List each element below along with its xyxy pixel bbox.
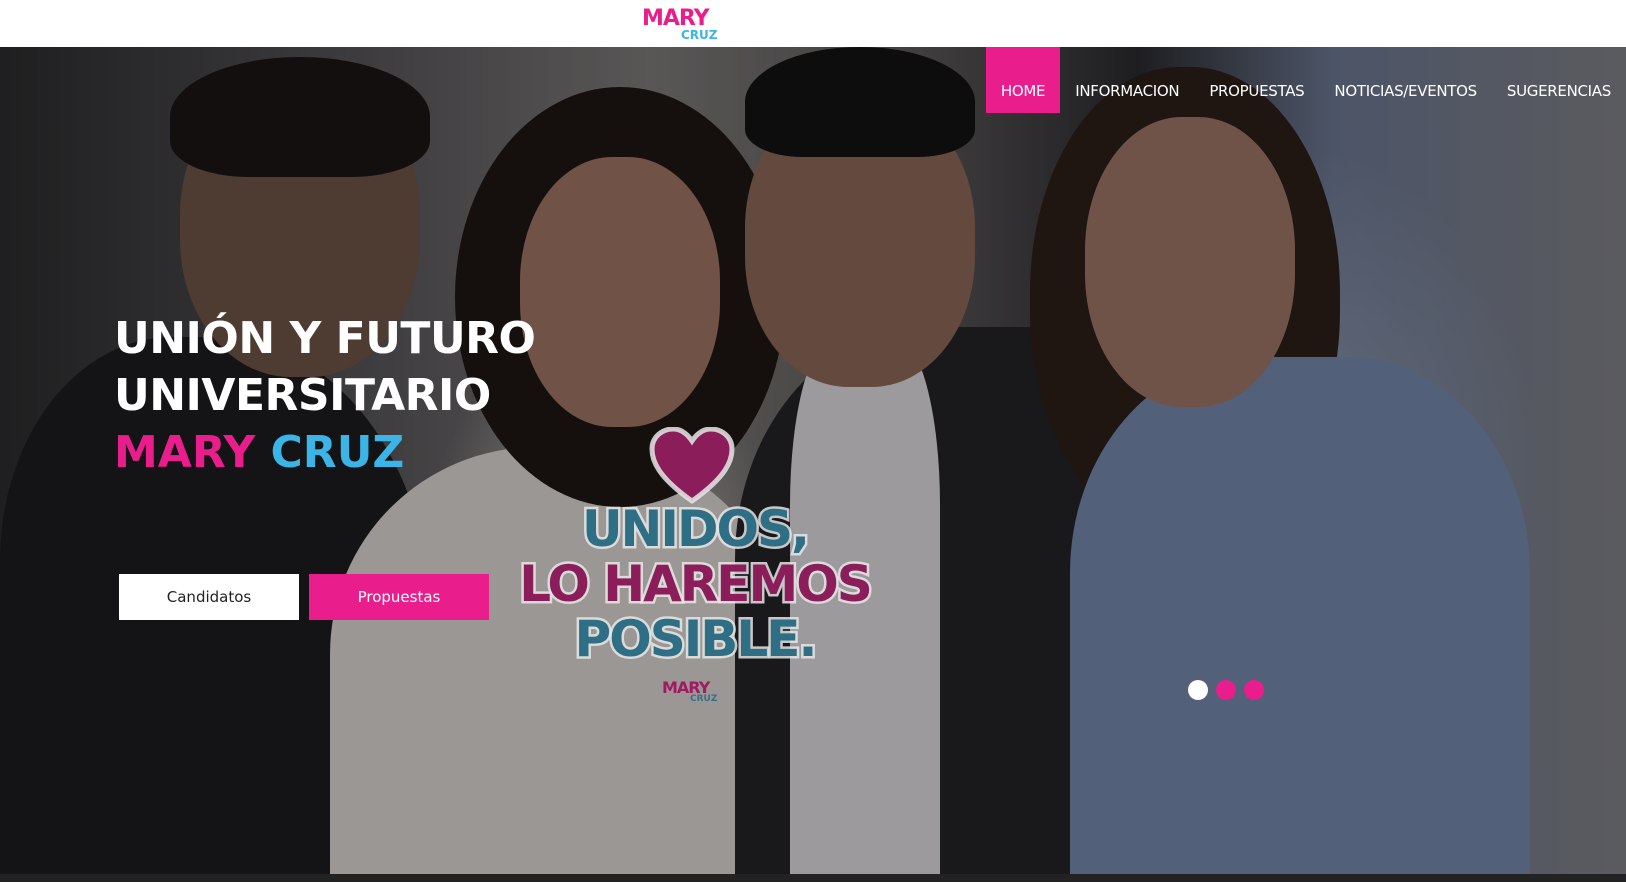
hero-title-line-1: UNIÓN Y FUTURO <box>114 313 536 364</box>
bottom-edge <box>0 874 1626 882</box>
hero-candidate-name: MARY CRUZ <box>114 424 535 481</box>
hero-name-last: CRUZ <box>270 427 405 478</box>
slogan-graphic: UNIDOS, LO HAREMOS POSIBLE. <box>500 499 890 669</box>
nav-propuestas[interactable]: PROPUESTAS <box>1194 47 1319 113</box>
main-nav: HOME INFORMACION PROPUESTAS NOTICIAS/EVE… <box>985 47 1626 113</box>
slider-dots <box>1188 680 1264 700</box>
candidatos-button[interactable]: Candidatos <box>119 574 299 620</box>
slogan-line-3: POSIBLE. <box>572 609 820 669</box>
nav-noticias-eventos[interactable]: NOTICIAS/EVENTOS <box>1319 47 1491 113</box>
slider-dot-3[interactable] <box>1244 680 1264 700</box>
site-logo[interactable]: MARY CRUZ <box>642 8 728 44</box>
logo-name-last: CRUZ <box>681 28 718 42</box>
heart-icon <box>649 427 735 505</box>
propuestas-button[interactable]: Propuestas <box>309 574 489 620</box>
hero-name-first: MARY <box>114 427 256 478</box>
slider-dot-1[interactable] <box>1188 680 1208 700</box>
nav-home[interactable]: HOME <box>985 47 1061 113</box>
hero-title-line-2: UNIVERSITARIO <box>114 370 491 421</box>
slogan-line-2: LO HAREMOS <box>517 554 875 614</box>
slider-dot-2[interactable] <box>1216 680 1236 700</box>
slogan-line-1: UNIDOS, <box>579 499 812 559</box>
nav-sugerencias[interactable]: SUGERENCIAS <box>1492 47 1626 113</box>
logo-name-first: MARY <box>642 6 710 31</box>
hero-headline: UNIÓN Y FUTURO UNIVERSITARIO MARY CRUZ <box>114 310 536 481</box>
nav-informacion[interactable]: INFORMACION <box>1060 47 1194 113</box>
slogan-logo: MARY CRUZ <box>662 680 722 710</box>
top-header: MARY CRUZ <box>0 0 1626 47</box>
slogan-logo-last: CRUZ <box>690 694 718 704</box>
